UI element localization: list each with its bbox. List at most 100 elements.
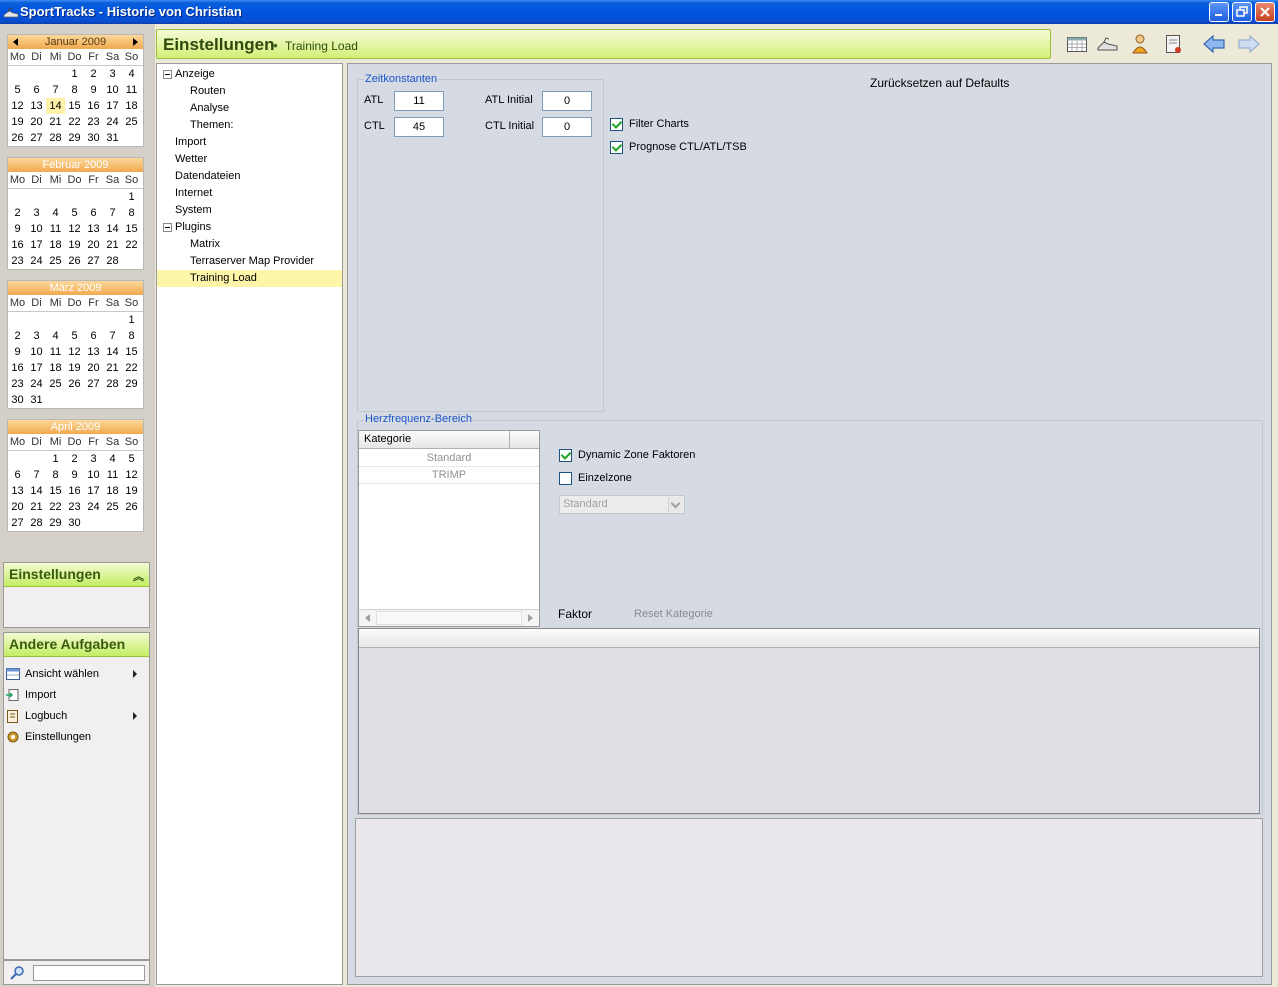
calendar-day[interactable]: 29 <box>65 130 84 146</box>
calendar-day[interactable]: 14 <box>103 344 122 360</box>
settings-panel-header[interactable]: Einstellungen ︽ <box>4 563 149 587</box>
tree-item[interactable]: Internet <box>157 185 342 202</box>
minimize-button[interactable] <box>1209 2 1229 22</box>
ctl-input[interactable]: 45 <box>394 117 444 137</box>
tree-item[interactable]: Routen <box>157 83 342 100</box>
calendar-day[interactable]: 17 <box>27 237 46 253</box>
calendar-day[interactable]: 18 <box>46 360 65 376</box>
prognose-checkbox[interactable] <box>610 141 623 154</box>
logbook-icon[interactable] <box>1160 31 1186 57</box>
calendar-day[interactable]: 10 <box>27 221 46 237</box>
calendar-day[interactable]: 28 <box>27 515 46 531</box>
prev-month-icon[interactable] <box>13 38 18 46</box>
calendar-day[interactable]: 19 <box>8 114 27 130</box>
calendar-day[interactable]: 29 <box>46 515 65 531</box>
calendar-day[interactable]: 12 <box>8 98 27 114</box>
calendar-day[interactable]: 26 <box>65 376 84 392</box>
tree-item[interactable]: Import <box>157 134 342 151</box>
calendar-day[interactable]: 6 <box>27 82 46 98</box>
calendar-day[interactable]: 2 <box>84 66 103 82</box>
calendar-day[interactable]: 6 <box>84 328 103 344</box>
calendar-day[interactable]: 25 <box>122 114 141 130</box>
calendar-day[interactable]: 10 <box>84 467 103 483</box>
calendar-day[interactable]: 23 <box>84 114 103 130</box>
calendar-day[interactable]: 15 <box>122 344 141 360</box>
calendar-day[interactable]: 9 <box>8 221 27 237</box>
calendar-day[interactable]: 12 <box>122 467 141 483</box>
calendar-day[interactable]: 21 <box>103 360 122 376</box>
calendar-day[interactable]: 8 <box>122 328 141 344</box>
calendar-day[interactable]: 18 <box>103 483 122 499</box>
calendar-day[interactable]: 24 <box>84 499 103 515</box>
atl-initial-input[interactable]: 0 <box>542 91 592 111</box>
calendar-day[interactable]: 27 <box>8 515 27 531</box>
collapse-icon[interactable]: ︽ <box>133 568 144 584</box>
calendar-day[interactable]: 26 <box>8 130 27 146</box>
calendar-day[interactable]: 4 <box>46 328 65 344</box>
tree-item[interactable]: Themen: <box>157 117 342 134</box>
calendar-day[interactable]: 15 <box>65 98 84 114</box>
calendar-day[interactable]: 11 <box>103 467 122 483</box>
tree-item[interactable]: Datendateien <box>157 168 342 185</box>
calendar-day[interactable]: 10 <box>27 344 46 360</box>
calendar-day[interactable]: 23 <box>8 253 27 269</box>
calendar-day[interactable]: 28 <box>103 253 122 269</box>
calendar-day[interactable]: 6 <box>84 205 103 221</box>
einzelzone-checkbox[interactable] <box>559 472 572 485</box>
calendar-day[interactable]: 14 <box>46 98 65 114</box>
calendar-day[interactable]: 7 <box>103 205 122 221</box>
tree-item[interactable]: Training Load <box>157 270 342 287</box>
calendar-day[interactable]: 20 <box>84 360 103 376</box>
calendar-day[interactable]: 10 <box>103 82 122 98</box>
calendar-day[interactable]: 19 <box>65 237 84 253</box>
calendar-day[interactable]: 17 <box>27 360 46 376</box>
calendar-day[interactable]: 17 <box>84 483 103 499</box>
calendar-day[interactable]: 13 <box>84 221 103 237</box>
ctl-initial-input[interactable]: 0 <box>542 117 592 137</box>
close-button[interactable] <box>1255 2 1275 22</box>
scroll-thumb[interactable] <box>376 611 522 625</box>
shoe-icon[interactable] <box>1095 31 1121 57</box>
filter-charts-checkbox[interactable] <box>610 118 623 131</box>
calendar-day[interactable]: 23 <box>8 376 27 392</box>
calendar-day[interactable]: 3 <box>27 328 46 344</box>
table-row[interactable]: Standard <box>359 450 539 467</box>
scroll-left-icon[interactable] <box>365 614 370 622</box>
calendar-day[interactable]: 16 <box>84 98 103 114</box>
calendar-day[interactable]: 1 <box>65 66 84 82</box>
restore-button[interactable] <box>1232 2 1252 22</box>
task-view-select[interactable]: Ansicht wählen <box>6 665 99 683</box>
calendar-day[interactable]: 11 <box>122 82 141 98</box>
task-logbook[interactable]: Logbuch <box>6 707 67 725</box>
calendar-day[interactable]: 2 <box>8 328 27 344</box>
calendar-day[interactable]: 11 <box>46 221 65 237</box>
back-arrow-icon[interactable] <box>1201 31 1227 57</box>
tree-item[interactable]: Anzeige <box>157 66 342 83</box>
calendar-day[interactable]: 20 <box>84 237 103 253</box>
tree-item[interactable]: Plugins <box>157 219 342 236</box>
calendar-day[interactable]: 5 <box>122 451 141 467</box>
calendar-day[interactable]: 3 <box>84 451 103 467</box>
calendar-day[interactable]: 3 <box>103 66 122 82</box>
calendar-day[interactable]: 7 <box>27 467 46 483</box>
calendar-day[interactable]: 13 <box>27 98 46 114</box>
calendar-day[interactable]: 23 <box>65 499 84 515</box>
column-header-kategorie[interactable]: Kategorie <box>364 433 411 445</box>
calendar-day[interactable]: 9 <box>65 467 84 483</box>
tree-item[interactable]: System <box>157 202 342 219</box>
calendar-day[interactable]: 20 <box>8 499 27 515</box>
calendar-day[interactable]: 28 <box>46 130 65 146</box>
calendar-day[interactable]: 4 <box>103 451 122 467</box>
calendar-day[interactable]: 18 <box>122 98 141 114</box>
scroll-right-icon[interactable] <box>528 614 533 622</box>
calendar-day[interactable]: 1 <box>46 451 65 467</box>
calendar-day[interactable]: 7 <box>46 82 65 98</box>
collapse-icon[interactable] <box>163 70 172 79</box>
calendar-day[interactable]: 12 <box>65 221 84 237</box>
calendar-day[interactable]: 1 <box>122 312 141 328</box>
calendar-day[interactable]: 12 <box>65 344 84 360</box>
calendar-day[interactable]: 18 <box>46 237 65 253</box>
calendar-day[interactable]: 1 <box>122 189 141 205</box>
calendar-day[interactable]: 14 <box>103 221 122 237</box>
dynamic-zone-checkbox[interactable] <box>559 449 572 462</box>
